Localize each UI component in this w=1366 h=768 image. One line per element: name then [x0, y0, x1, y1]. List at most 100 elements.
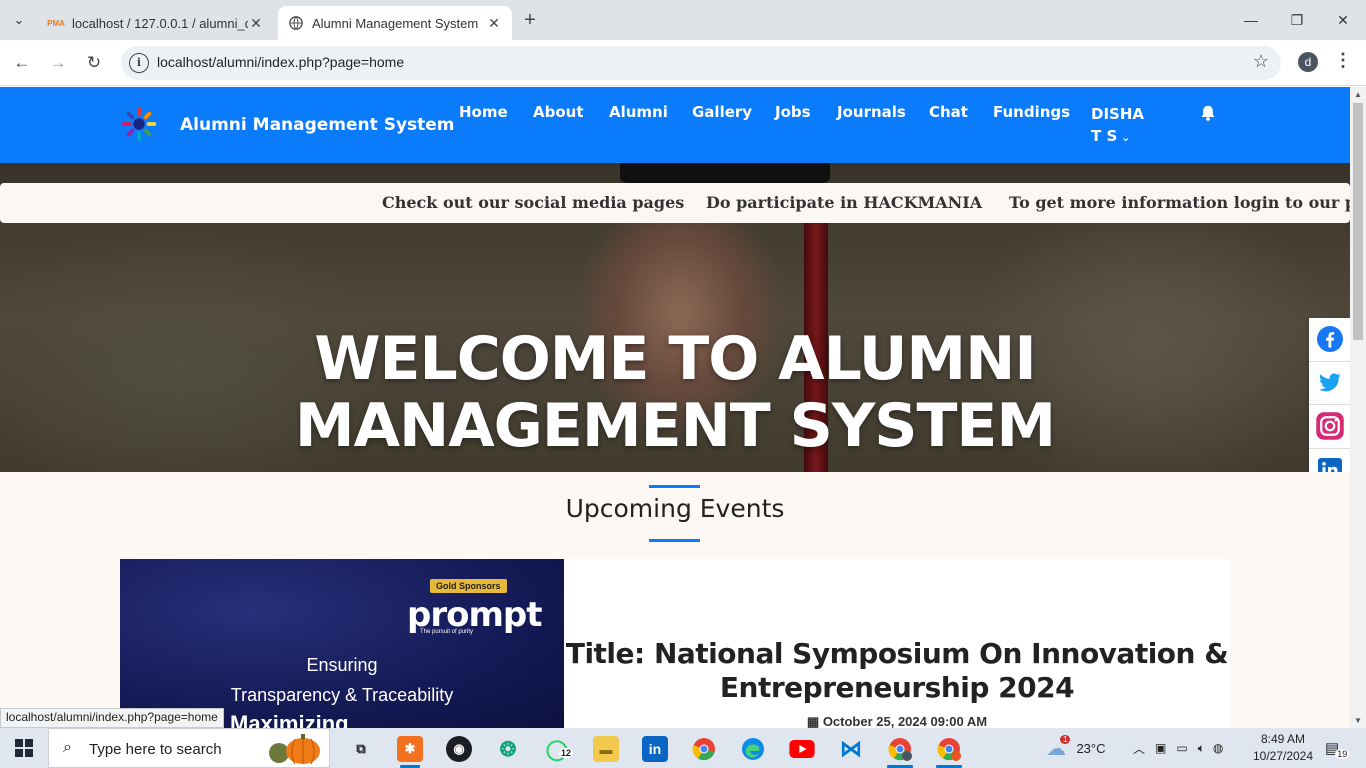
site-navbar: Alumni Management System Home About Alum…: [0, 87, 1350, 163]
new-tab-button[interactable]: +: [518, 9, 542, 33]
minimize-button[interactable]: —: [1228, 0, 1274, 40]
chrome-profile-D-icon[interactable]: [936, 736, 962, 762]
system-clock[interactable]: 8:49 AM 10/27/2024: [1246, 731, 1320, 765]
tab-title: Alumni Management System: [312, 15, 479, 31]
browser-menu-icon[interactable]: ⋮: [1334, 50, 1352, 71]
tab-phpmyadmin[interactable]: PMA localhost / 127.0.0.1 / alumni_d ✕: [38, 6, 274, 40]
search-icon: ⌕: [63, 739, 72, 756]
vscode-icon[interactable]: ⋈: [838, 736, 864, 762]
tab-search-dropdown-icon[interactable]: ⌄: [7, 8, 31, 32]
weather-widget[interactable]: ☁ 1 23°C: [1046, 728, 1106, 768]
nav-alumni[interactable]: Alumni: [609, 103, 668, 121]
announcement-marquee: Check out our social media pages Do part…: [0, 183, 1350, 223]
alumni-logo-icon[interactable]: [120, 105, 158, 143]
tab-title: localhost / 127.0.0.1 / alumni_d: [72, 15, 248, 31]
clock-time: 8:49 AM: [1260, 732, 1306, 746]
temperature: 23°C: [1076, 740, 1106, 756]
tab-alumni[interactable]: Alumni Management System ✕: [278, 6, 512, 40]
chrome-profile-d-icon[interactable]: [887, 736, 913, 762]
weather-badge: 1: [1060, 734, 1071, 744]
battery-icon[interactable]: ▭: [1176, 741, 1187, 755]
windows-taskbar: ⌕ Type here to search ⧉ ✱ ◉ ❂ ◯ 12 ▬ in ⋈…: [0, 728, 1366, 768]
close-window-button[interactable]: ✕: [1320, 0, 1366, 40]
hero-title: WELCOME TO ALUMNI MANAGEMENT SYSTEM: [0, 326, 1350, 460]
hero-title-line-1: WELCOME TO ALUMNI: [314, 324, 1036, 394]
taskbar-search-box[interactable]: ⌕ Type here to search: [48, 728, 330, 768]
sponsor-tagline: The pursuit of purity: [420, 629, 474, 635]
device-icon[interactable]: ▣: [1155, 741, 1166, 755]
page-scrollbar[interactable]: ▲ ▼: [1350, 87, 1366, 728]
chevron-down-icon: ⌄: [1117, 131, 1131, 144]
reload-button[interactable]: ↻: [81, 50, 107, 76]
image-line-3: Maximizing: [230, 711, 349, 728]
nav-chat[interactable]: Chat: [929, 103, 968, 121]
content-section: Upcoming Events Gold Sponsors prompt The…: [0, 472, 1350, 729]
language-globe-icon[interactable]: ◍: [1213, 741, 1223, 755]
section-title: Upcoming Events: [565, 494, 785, 523]
event-image: Gold Sponsors prompt The pursuit of puri…: [120, 559, 564, 728]
site-info-icon[interactable]: i: [129, 53, 149, 73]
forward-button[interactable]: →: [45, 50, 71, 76]
user-menu[interactable]: DISHA T S ⌄: [1091, 103, 1151, 149]
task-view-icon[interactable]: ⧉: [348, 736, 374, 762]
scrollbar-thumb[interactable]: [1353, 103, 1363, 340]
nav-gallery[interactable]: Gallery: [692, 103, 752, 121]
section-divider: [649, 539, 700, 542]
user-first-name: DISHA: [1091, 105, 1144, 123]
linkedin-app-icon[interactable]: in: [642, 736, 668, 762]
whatsapp-badge: 12: [559, 748, 574, 758]
nav-jobs[interactable]: Jobs: [775, 103, 811, 121]
nav-home[interactable]: Home: [459, 103, 508, 121]
site-brand[interactable]: Alumni Management System: [180, 115, 455, 135]
notification-bell-icon[interactable]: [1199, 104, 1217, 122]
event-title[interactable]: Title: National Symposium On Innovation …: [564, 637, 1230, 705]
pumpkin-icon: [269, 734, 320, 765]
file-explorer-icon[interactable]: ▬: [593, 736, 619, 762]
windows-start-icon[interactable]: [15, 739, 33, 757]
volume-icon[interactable]: 🔈︎: [1198, 741, 1205, 756]
back-button[interactable]: ←: [9, 50, 35, 76]
bookmark-star-icon[interactable]: ☆: [1253, 51, 1269, 72]
close-tab-icon[interactable]: ✕: [248, 15, 264, 32]
event-date-text: October 25, 2024 09:00 AM: [822, 714, 988, 729]
close-tab-icon[interactable]: ✕: [486, 15, 502, 32]
restore-button[interactable]: ❐: [1274, 0, 1320, 40]
twitter-icon[interactable]: [1309, 362, 1350, 406]
github-icon[interactable]: ◉: [446, 736, 472, 762]
instagram-icon[interactable]: [1309, 405, 1350, 449]
user-last-name: T S: [1091, 127, 1118, 145]
chrome-icon[interactable]: [691, 736, 717, 762]
marquee-item: To get more information login to our pag…: [1009, 193, 1350, 212]
facebook-icon[interactable]: [1309, 318, 1350, 362]
sponsor-badge: Gold Sponsors: [430, 579, 507, 593]
calendar-icon: ▦: [806, 714, 823, 729]
browser-tabstrip: ⌄ PMA localhost / 127.0.0.1 / alumni_d ✕…: [0, 0, 1366, 40]
hero-banner: Check out our social media pages Do part…: [0, 163, 1350, 472]
profile-avatar[interactable]: d: [1298, 52, 1318, 72]
marquee-item: Check out our social media pages: [382, 193, 685, 212]
browser-toolbar: ← → ↻ i localhost/alumni/index.php?page=…: [0, 40, 1366, 86]
scroll-up-arrow-icon[interactable]: ▲: [1354, 90, 1362, 99]
globe-favicon-icon: [288, 15, 304, 31]
clock-date: 10/27/2024: [1252, 749, 1314, 763]
system-tray: ︿ ▣ ▭ 🔈︎ ◍: [1133, 728, 1223, 768]
link-status-bubble: localhost/alumni/index.php?page=home: [0, 708, 224, 728]
notification-center[interactable]: ▤ 19: [1325, 728, 1353, 768]
search-placeholder: Type here to search: [89, 741, 222, 758]
nav-journals[interactable]: Journals: [837, 103, 906, 121]
chatgpt-icon[interactable]: ❂: [495, 736, 521, 762]
nav-about[interactable]: About: [533, 103, 584, 121]
image-line-2: Transparency & Traceability: [230, 685, 454, 705]
address-bar[interactable]: i localhost/alumni/index.php?page=home ☆: [121, 46, 1281, 80]
nav-fundings[interactable]: Fundings: [993, 103, 1070, 121]
show-hidden-icons-icon[interactable]: ︿: [1133, 740, 1145, 757]
scroll-down-arrow-icon[interactable]: ▼: [1354, 716, 1362, 725]
xampp-icon[interactable]: ✱: [397, 736, 423, 762]
notification-count: 19: [1335, 749, 1350, 759]
event-card[interactable]: Gold Sponsors prompt The pursuit of puri…: [120, 559, 1230, 729]
whatsapp-icon[interactable]: ◯ 12: [544, 736, 574, 762]
youtube-app-icon[interactable]: [789, 736, 815, 762]
phpmyadmin-favicon-icon: PMA: [47, 18, 65, 28]
edge-icon[interactable]: [740, 736, 766, 762]
url-text[interactable]: localhost/alumni/index.php?page=home: [157, 54, 404, 70]
